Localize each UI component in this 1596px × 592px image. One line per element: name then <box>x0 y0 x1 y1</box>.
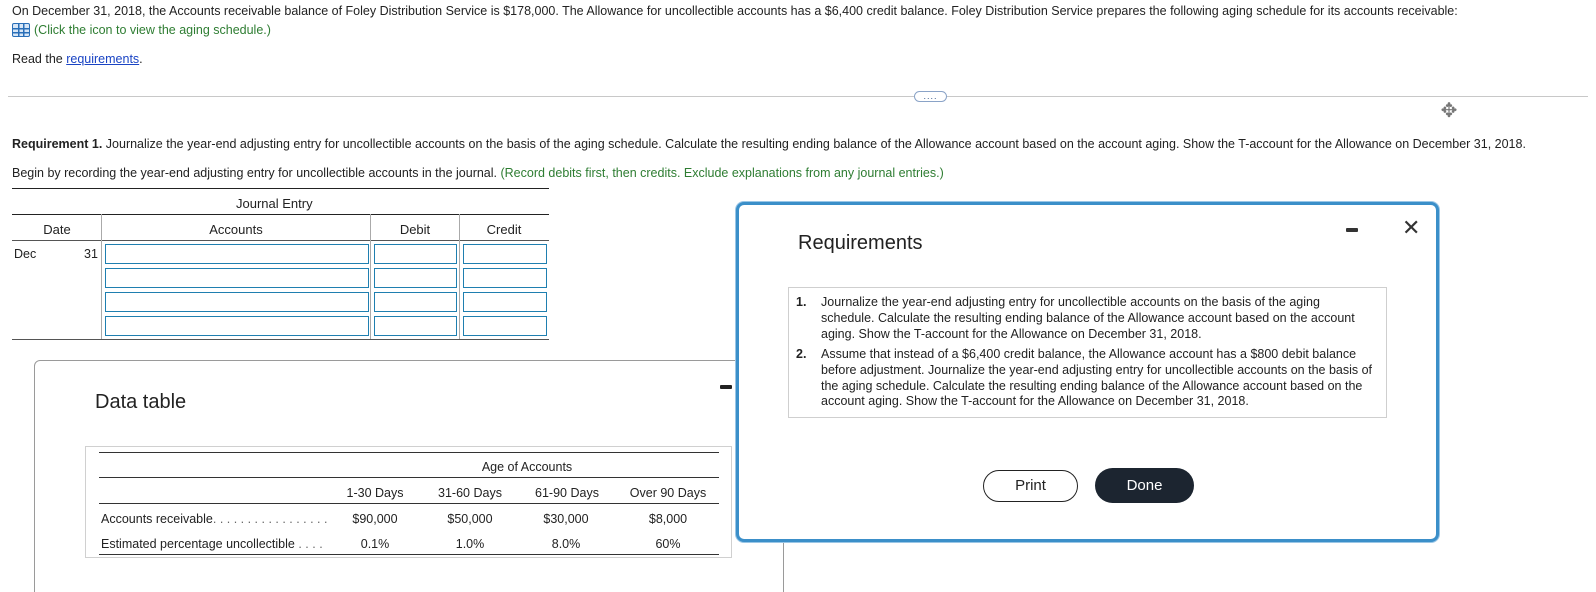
column-date: Date <box>43 222 71 237</box>
debit-input-row-4[interactable] <box>374 316 457 336</box>
close-icon[interactable]: ✕ <box>1402 217 1420 239</box>
journal-separator <box>101 214 102 339</box>
column-61-90-days: 61-90 Days <box>535 486 599 500</box>
requirement-item-1: Journalize the year-end adjusting entry … <box>821 295 1355 341</box>
column-accounts: Accounts <box>209 222 263 237</box>
data-table-title: Data table <box>95 391 187 413</box>
journal-columns-rule <box>12 240 549 241</box>
debit-input-row-1[interactable] <box>374 244 457 264</box>
table-cell: $50,000 <box>447 512 493 526</box>
read-requirements: Read the requirements. <box>12 52 143 66</box>
aging-top-rule <box>99 452 719 453</box>
entry-day: 31 <box>84 247 98 261</box>
table-grid-icon[interactable] <box>12 23 30 37</box>
section-divider <box>8 96 1588 97</box>
table-cell: 60% <box>655 537 681 551</box>
column-debit: Debit <box>399 222 431 237</box>
entry-month: Dec <box>14 247 37 261</box>
journal-top-rule <box>12 188 549 189</box>
journal-instructions: Begin by recording the year-end adjustin… <box>12 166 944 180</box>
requirement-number: 1. <box>796 295 816 311</box>
requirement-number-1: 1. <box>796 295 807 309</box>
requirements-title: Requirements <box>798 232 923 254</box>
table-cell: 8.0% <box>551 537 581 551</box>
requirement-1-label: Requirement 1. <box>12 137 103 151</box>
print-button[interactable]: Print <box>983 470 1078 502</box>
move-icon[interactable]: ✥ <box>1438 100 1460 122</box>
row-estimated-percentage-label: Estimated percentage uncollectible . . .… <box>101 537 323 551</box>
leader-dots: . . . . . . . . . . . . . . . . . <box>212 512 328 526</box>
credit-input-row-4[interactable] <box>463 316 547 336</box>
aging-group-rule <box>99 477 719 478</box>
debit-input-row-3[interactable] <box>374 292 457 312</box>
requirement-item-2: Assume that instead of a $6,400 credit b… <box>821 347 1373 409</box>
journal-separator <box>370 214 371 339</box>
intro-text: On December 31, 2018, the Accounts recei… <box>12 4 1458 18</box>
credit-input-row-2[interactable] <box>463 268 547 288</box>
requirement-number-2: 2. <box>796 347 807 361</box>
journal-separator <box>459 214 460 339</box>
table-cell: $30,000 <box>543 512 589 526</box>
requirement-1-body: Journalize the year-end adjusting entry … <box>102 137 1526 151</box>
journal-bottom-rule <box>12 339 549 340</box>
minimize-icon[interactable] <box>1346 228 1358 232</box>
aging-schedule-link[interactable]: (Click the icon to view the aging schedu… <box>12 23 271 37</box>
account-input-row-3[interactable] <box>105 292 369 312</box>
credit-input-row-3[interactable] <box>463 292 547 312</box>
column-credit: Credit <box>486 222 522 237</box>
done-button[interactable]: Done <box>1095 468 1194 503</box>
column-over-90-days: Over 90 Days <box>629 486 707 500</box>
table-cell: 0.1% <box>360 537 390 551</box>
credit-input-row-1[interactable] <box>463 244 547 264</box>
account-input-row-1[interactable] <box>105 244 369 264</box>
expand-more-button[interactable]: .... <box>914 91 947 102</box>
journal-header-rule <box>12 214 549 215</box>
requirement-1-text: Requirement 1. Journalize the year-end a… <box>12 137 1526 151</box>
leader-dots: . . . . <box>298 537 323 551</box>
table-cell: 1.0% <box>455 537 485 551</box>
requirements-link[interactable]: requirements <box>66 52 139 66</box>
row-label: Estimated percentage uncollectible <box>101 537 295 551</box>
read-suffix: . <box>139 52 143 66</box>
table-cell: $90,000 <box>352 512 398 526</box>
read-prefix: Read the <box>12 52 67 66</box>
account-input-row-4[interactable] <box>105 316 369 336</box>
aging-schedule-link-text[interactable]: (Click the icon to view the aging schedu… <box>34 23 271 37</box>
row-accounts-receivable-label: Accounts receivable. . . . . . . . . . .… <box>101 512 327 526</box>
requirement-number: 2. <box>796 347 816 363</box>
row-label: Accounts receivable <box>101 512 213 526</box>
age-of-accounts-header: Age of Accounts <box>481 460 573 474</box>
journal-instructions-text: Begin by recording the year-end adjustin… <box>12 166 501 180</box>
debit-input-row-2[interactable] <box>374 268 457 288</box>
journal-caption: Journal Entry <box>236 196 313 211</box>
journal-instructions-note: (Record debits first, then credits. Excl… <box>500 166 944 180</box>
aging-header-rule <box>99 503 719 504</box>
column-31-60-days: 31-60 Days <box>438 486 502 500</box>
table-cell: $8,000 <box>648 512 688 526</box>
minimize-icon[interactable] <box>720 385 732 389</box>
column-1-30-days: 1-30 Days <box>346 486 404 500</box>
account-input-row-2[interactable] <box>105 268 369 288</box>
aging-bottom-rule <box>99 554 719 555</box>
